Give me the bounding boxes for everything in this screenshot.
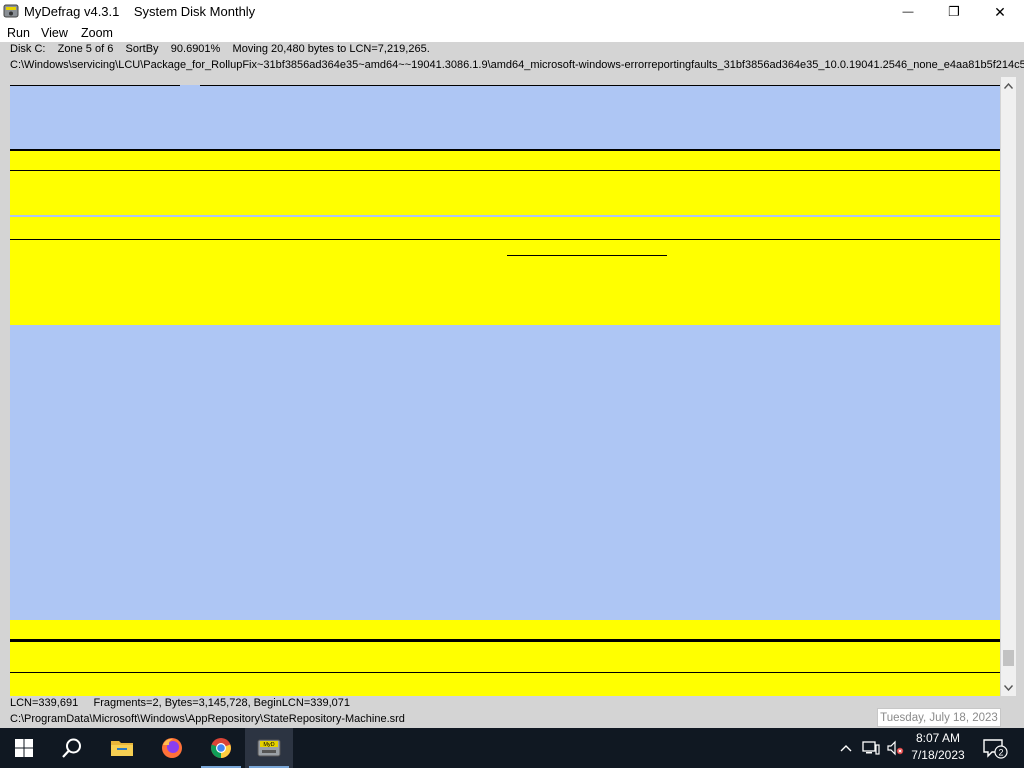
status-line-disk: Disk C: Zone 5 of 6 SortBy 90.6901% Movi… [10, 43, 430, 55]
title-bar: MyDefrag v4.3.1 System Disk Monthly — ❐ … [0, 0, 1024, 24]
chrome-icon [211, 738, 231, 758]
notification-icon: 2 [983, 739, 1008, 759]
scroll-up-arrow[interactable] [1001, 77, 1016, 94]
clock-time: 8:07 AM [915, 731, 961, 745]
status-line-current-file: C:\Windows\servicing\LCU\Package_for_Rol… [10, 59, 1024, 71]
status-line-file-path: C:\ProgramData\Microsoft\Windows\AppRepo… [10, 713, 405, 725]
taskbar-chrome[interactable] [197, 728, 245, 768]
menu-zoom[interactable]: Zoom [81, 26, 113, 40]
minimize-icon: — [902, 6, 914, 18]
disk-map-line [507, 255, 667, 256]
disk-map-line [10, 639, 1000, 642]
disk-map-block [10, 151, 1000, 325]
firefox-icon [162, 738, 182, 758]
menu-view[interactable]: View [41, 26, 68, 40]
tray-network[interactable] [860, 728, 882, 768]
file-explorer-icon [111, 741, 133, 756]
disk-map-block [10, 620, 1000, 696]
mydefrag-badge: MyD [263, 742, 274, 748]
chevron-down-icon [1004, 684, 1013, 691]
disk-map-line [10, 170, 1000, 171]
window-title: MyDefrag v4.3.1 System Disk Monthly [24, 4, 256, 19]
search-icon [62, 738, 81, 758]
status-line-lcn: LCN=339,691 Fragments=2, Bytes=3,145,728… [10, 697, 351, 709]
disk-map-gap [10, 215, 1000, 217]
start-button[interactable] [0, 728, 48, 768]
clock-date: 7/18/2023 [911, 748, 965, 762]
chevron-up-icon [840, 745, 852, 752]
notification-count: 2 [998, 748, 1003, 758]
disk-map-line [10, 85, 180, 86]
maximize-button[interactable]: ❐ [931, 0, 977, 24]
taskbar: MyD 2 [0, 728, 1024, 768]
vertical-scrollbar[interactable] [1001, 77, 1016, 696]
scrollbar-thumb[interactable] [1003, 650, 1014, 666]
tray-volume[interactable] [884, 728, 906, 768]
notification-center-button[interactable]: 2 [975, 728, 1015, 768]
taskbar-mydefrag[interactable]: MyD [245, 728, 293, 768]
taskbar-clock[interactable]: 8:07 AM 7/18/2023 [908, 730, 968, 768]
tray-overflow-button[interactable] [836, 728, 856, 768]
close-button[interactable]: ✕ [977, 0, 1023, 24]
menu-run[interactable]: Run [7, 26, 30, 40]
taskbar-firefox[interactable] [148, 728, 196, 768]
network-icon [862, 741, 880, 755]
disk-map-line [200, 85, 1000, 86]
disk-map-line [10, 149, 1000, 151]
taskbar-file-explorer[interactable] [98, 728, 146, 768]
disk-map-canvas [10, 85, 1000, 696]
date-tooltip: Tuesday, July 18, 2023 [877, 708, 1001, 727]
windows-start-icon [15, 739, 33, 757]
disk-map-line [10, 239, 1000, 240]
menu-bar: Run View Zoom [0, 24, 1024, 42]
chevron-up-icon [1004, 82, 1013, 89]
client-area: Disk C: Zone 5 of 6 SortBy 90.6901% Movi… [0, 42, 1024, 728]
search-button[interactable] [48, 728, 96, 768]
disk-map [10, 85, 1000, 696]
disk-map-line [10, 672, 1000, 673]
volume-muted-icon [887, 740, 904, 756]
mydefrag-icon: MyD [257, 739, 281, 757]
close-icon: ✕ [994, 3, 1006, 20]
mydefrag-app-icon [3, 4, 19, 18]
restore-icon: ❐ [948, 4, 960, 19]
minimize-button[interactable]: — [885, 0, 931, 24]
scroll-down-arrow[interactable] [1001, 679, 1016, 696]
